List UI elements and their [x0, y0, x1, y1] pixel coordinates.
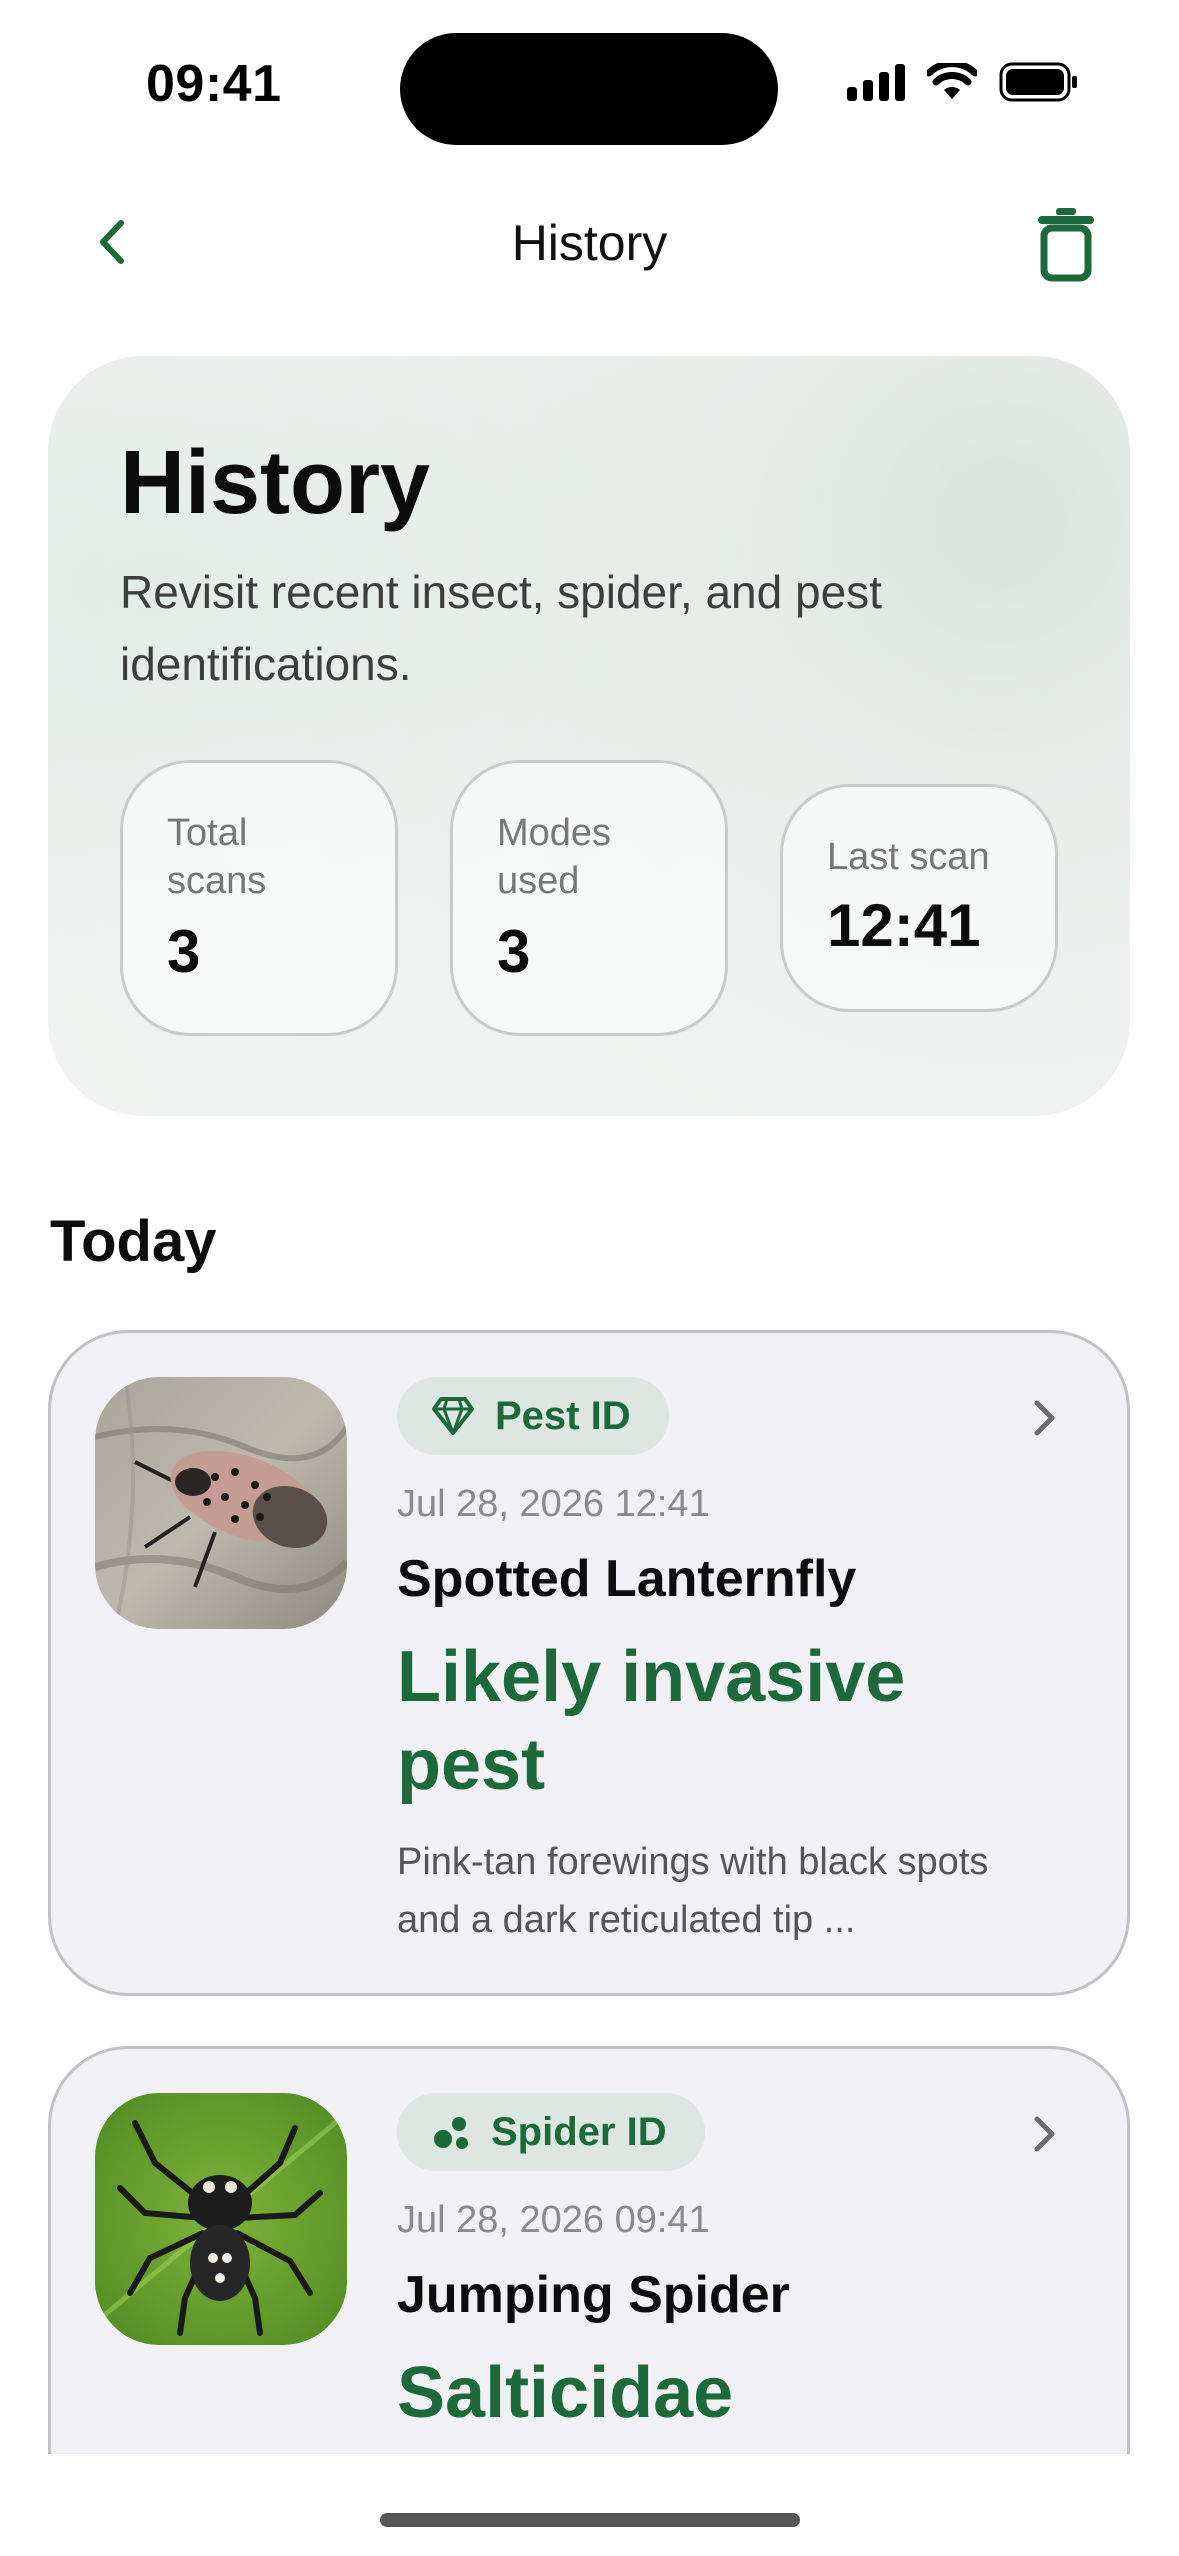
hero-subtitle: Revisit recent insect, spider, and pest …	[120, 566, 882, 690]
item-description: Pink-tan forewings with black spots and …	[397, 1841, 989, 1941]
item-date: Jul 28, 2026 12:41	[397, 1483, 710, 1525]
stat-value: 3	[167, 918, 201, 985]
cellular-signal-icon	[847, 63, 905, 101]
delete-history-button[interactable]	[1031, 204, 1101, 284]
chip-label: Spider ID	[491, 2109, 667, 2154]
spider-dots-icon	[434, 2117, 468, 2149]
item-verdict: Likely invasive pest	[397, 1637, 906, 1805]
nav-title: History	[511, 215, 668, 271]
stat-label: Last scan	[827, 836, 990, 878]
status-icons	[847, 62, 1079, 102]
status-bar: 09:41	[0, 0, 1179, 170]
stat-label: Modes used	[497, 812, 612, 902]
trash-icon	[1038, 208, 1094, 282]
stat-last-scan: Last scan 12:41	[780, 784, 1058, 1012]
dynamic-island	[400, 33, 778, 145]
hero-title: History	[120, 433, 431, 533]
chip-label: Pest ID	[495, 1393, 631, 1438]
spider-thumbnail	[95, 2093, 347, 2345]
battery-icon	[999, 62, 1077, 102]
history-summary-card: History Revisit recent insect, spider, a…	[48, 356, 1130, 1116]
home-indicator[interactable]	[380, 2513, 800, 2527]
stat-modes-used: Modes used 3	[450, 760, 728, 1036]
stat-total-scans: Total scans 3	[120, 760, 398, 1036]
insect-thumbnail	[95, 1377, 347, 1629]
history-item[interactable]: Pest ID Jul 28, 2026 12:41 Spotted Lante…	[48, 1330, 1130, 1996]
item-name: Spotted Lanternfly	[397, 1550, 857, 1608]
stat-label: Total scans	[167, 812, 267, 902]
bottom-safe-area	[0, 2454, 1179, 2556]
diamond-icon	[432, 1397, 474, 1435]
item-verdict: Salticidae	[397, 2353, 734, 2433]
stat-value: 12:41	[827, 892, 981, 959]
status-time: 09:41	[146, 55, 282, 113]
wifi-icon	[927, 63, 977, 99]
navigation-bar: History	[0, 190, 1179, 300]
mode-chip: Spider ID	[397, 2093, 705, 2171]
mode-chip: Pest ID	[397, 1377, 669, 1455]
chevron-right-icon	[1025, 1393, 1065, 1443]
chevron-right-icon	[1025, 2109, 1065, 2159]
section-title-today: Today	[50, 1209, 217, 1274]
item-name: Jumping Spider	[397, 2266, 790, 2324]
item-date: Jul 28, 2026 09:41	[397, 2199, 710, 2241]
stat-value: 3	[497, 918, 531, 985]
